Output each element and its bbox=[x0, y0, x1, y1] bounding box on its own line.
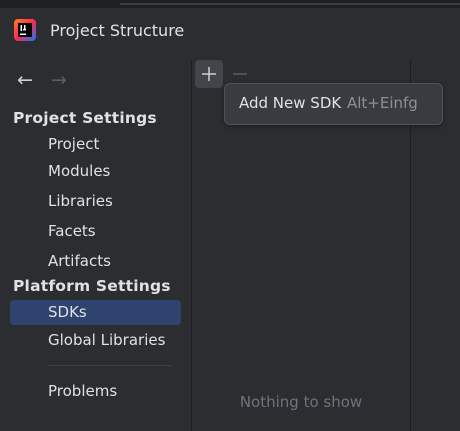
title-bar: Project Structure bbox=[0, 8, 460, 54]
sidebar-item-label: Modules bbox=[48, 162, 111, 180]
sidebar-item-label: Problems bbox=[48, 382, 118, 400]
arrow-left-icon[interactable]: ← bbox=[13, 68, 37, 92]
background-strip bbox=[0, 0, 460, 8]
arrow-right-icon[interactable]: → bbox=[47, 68, 71, 92]
sidebar-item-project[interactable]: Project bbox=[10, 132, 181, 157]
add-new-sdk-tooltip: Add New SDK Alt+Einfg bbox=[224, 83, 443, 125]
empty-list-text: Nothing to show bbox=[239, 393, 363, 411]
sidebar-item-modules[interactable]: Modules bbox=[10, 159, 181, 184]
sidebar-item-facets[interactable]: Facets bbox=[10, 219, 181, 244]
sidebar-item-label: Global Libraries bbox=[48, 331, 166, 349]
sidebar-item-label: Artifacts bbox=[48, 252, 111, 270]
sidebar-item-artifacts[interactable]: Artifacts bbox=[10, 249, 181, 274]
minus-icon bbox=[233, 73, 247, 75]
add-sdk-button[interactable] bbox=[195, 60, 223, 88]
project-structure-dialog: Project Structure ← → Project Settings P… bbox=[0, 0, 460, 431]
sidebar-divider bbox=[48, 365, 172, 366]
sidebar-item-sdks[interactable]: SDKs bbox=[10, 300, 181, 325]
plus-icon bbox=[202, 67, 216, 81]
settings-sidebar: ← → Project Settings Project Modules Lib… bbox=[0, 60, 191, 431]
sidebar-item-label: Facets bbox=[48, 222, 96, 240]
sidebar-item-libraries[interactable]: Libraries bbox=[10, 189, 181, 214]
sidebar-item-label: SDKs bbox=[48, 303, 87, 321]
platform-settings-header: Platform Settings bbox=[13, 277, 171, 295]
tooltip-label: Add New SDK bbox=[239, 94, 342, 112]
window-title: Project Structure bbox=[50, 21, 185, 40]
tooltip-shortcut: Alt+Einfg bbox=[347, 94, 418, 112]
sidebar-item-label: Libraries bbox=[48, 192, 113, 210]
sidebar-item-problems[interactable]: Problems bbox=[10, 379, 181, 404]
sidebar-item-global-libraries[interactable]: Global Libraries bbox=[10, 328, 181, 353]
background-line bbox=[120, 3, 460, 5]
project-settings-header: Project Settings bbox=[13, 109, 157, 127]
sidebar-item-label: Project bbox=[48, 135, 100, 153]
intellij-idea-logo-icon bbox=[14, 19, 36, 41]
